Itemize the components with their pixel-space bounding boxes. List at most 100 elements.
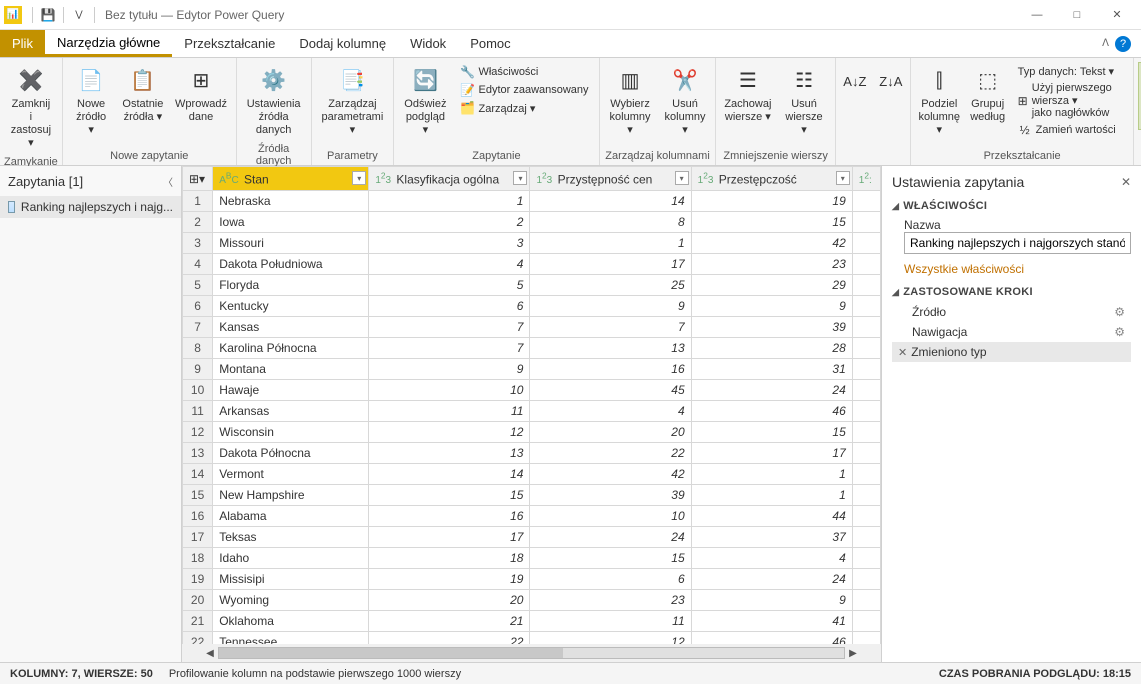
properties-button[interactable]: 🔧Właściwości — [456, 64, 592, 80]
horizontal-scrollbar[interactable]: ◀ ▶ — [182, 644, 881, 662]
data-type-button[interactable]: Typ danych: Tekst ▾ — [1014, 64, 1128, 79]
cell-przystepnosc[interactable]: 12 — [530, 632, 691, 645]
cell-przystepnosc[interactable]: 42 — [530, 464, 691, 485]
cell-stan[interactable]: Oklahoma — [213, 611, 369, 632]
col-przystepnosc-header[interactable]: 123 Przystępność cen▾ — [530, 167, 691, 191]
query-name-input[interactable] — [904, 232, 1131, 254]
cell-next[interactable] — [852, 317, 880, 338]
cell-przystepnosc[interactable]: 1 — [530, 233, 691, 254]
sort-asc-button[interactable]: A↓Z — [838, 62, 872, 102]
help-icon[interactable]: ? — [1115, 36, 1131, 52]
cell-next[interactable] — [852, 359, 880, 380]
sort-desc-button[interactable]: Z↓A — [874, 62, 908, 102]
cell-przestepczosc[interactable]: 9 — [691, 590, 852, 611]
table-row[interactable]: 17 Teksas 17 24 37 — [183, 527, 881, 548]
cell-przestepczosc[interactable]: 29 — [691, 275, 852, 296]
all-properties-link[interactable]: Wszystkie właściwości — [904, 262, 1024, 276]
close-window-button[interactable]: ✕ — [1097, 1, 1137, 29]
cell-stan[interactable]: Vermont — [213, 464, 369, 485]
filter-icon[interactable]: ▾ — [352, 171, 366, 185]
tab-help[interactable]: Pomoc — [458, 30, 522, 57]
replace-values-button[interactable]: ½Zamień wartości — [1014, 122, 1128, 138]
filter-icon[interactable]: ▾ — [513, 171, 527, 185]
cell-stan[interactable]: Missisipi — [213, 569, 369, 590]
cell-next[interactable] — [852, 296, 880, 317]
table-row[interactable]: 22 Tennessee 22 12 46 — [183, 632, 881, 645]
cell-next[interactable] — [852, 422, 880, 443]
close-apply-button[interactable]: ✖️Zamknij i zastosuj ▾ — [4, 62, 58, 154]
cell-next[interactable] — [852, 275, 880, 296]
qa-dropdown-icon[interactable]: ⋁ — [68, 4, 90, 26]
cell-klasyfikacja[interactable]: 20 — [369, 590, 530, 611]
cell-klasyfikacja[interactable]: 1 — [369, 191, 530, 212]
filter-icon[interactable]: ▾ — [675, 171, 689, 185]
table-row[interactable]: 20 Wyoming 20 23 9 — [183, 590, 881, 611]
cell-klasyfikacja[interactable]: 6 — [369, 296, 530, 317]
cell-stan[interactable]: Floryda — [213, 275, 369, 296]
choose-columns-button[interactable]: ▥Wybierz kolumny ▾ — [604, 62, 657, 141]
cell-next[interactable] — [852, 233, 880, 254]
cell-klasyfikacja[interactable]: 18 — [369, 548, 530, 569]
enter-data-button[interactable]: ⊞Wprowadź dane — [170, 62, 231, 128]
properties-section[interactable]: ◢WŁAŚCIWOŚCI — [892, 200, 1131, 212]
cell-przestepczosc[interactable]: 44 — [691, 506, 852, 527]
query-item[interactable]: Ranking najlepszych i najg... — [0, 196, 181, 218]
cell-przestepczosc[interactable]: 42 — [691, 233, 852, 254]
cell-klasyfikacja[interactable]: 14 — [369, 464, 530, 485]
cell-przestepczosc[interactable]: 15 — [691, 212, 852, 233]
cell-next[interactable] — [852, 212, 880, 233]
cell-przystepnosc[interactable]: 16 — [530, 359, 691, 380]
table-row[interactable]: 8 Karolina Północna 7 13 28 — [183, 338, 881, 359]
tab-home[interactable]: Narzędzia główne — [45, 30, 172, 57]
remove-columns-button[interactable]: ✂️Usuń kolumny ▾ — [659, 62, 712, 141]
cell-przystepnosc[interactable]: 17 — [530, 254, 691, 275]
tab-file[interactable]: Plik — [0, 30, 45, 57]
cell-klasyfikacja[interactable]: 7 — [369, 317, 530, 338]
scroll-left-icon[interactable]: ◀ — [202, 648, 218, 659]
cell-przestepczosc[interactable]: 4 — [691, 548, 852, 569]
cell-przestepczosc[interactable]: 17 — [691, 443, 852, 464]
minimize-button[interactable]: — — [1017, 1, 1057, 29]
filter-icon[interactable]: ▾ — [836, 171, 850, 185]
table-row[interactable]: 18 Idaho 18 15 4 — [183, 548, 881, 569]
queries-header[interactable]: Zapytania [1] 〈 — [0, 166, 181, 196]
cell-przystepnosc[interactable]: 25 — [530, 275, 691, 296]
cell-przystepnosc[interactable]: 9 — [530, 296, 691, 317]
table-row[interactable]: 7 Kansas 7 7 39 — [183, 317, 881, 338]
cell-next[interactable] — [852, 632, 880, 645]
cell-klasyfikacja[interactable]: 10 — [369, 380, 530, 401]
cell-next[interactable] — [852, 401, 880, 422]
cell-stan[interactable]: New Hampshire — [213, 485, 369, 506]
cell-klasyfikacja[interactable]: 2 — [369, 212, 530, 233]
cell-przestepczosc[interactable]: 24 — [691, 569, 852, 590]
cell-przystepnosc[interactable]: 10 — [530, 506, 691, 527]
table-row[interactable]: 2 Iowa 2 8 15 — [183, 212, 881, 233]
cell-przestepczosc[interactable]: 1 — [691, 485, 852, 506]
col-next-header[interactable]: 12: — [852, 167, 880, 191]
cell-stan[interactable]: Wyoming — [213, 590, 369, 611]
group-by-button[interactable]: ⬚Grupuj według — [966, 62, 1010, 128]
col-klasyfikacja-header[interactable]: 123 Klasyfikacja ogólna▾ — [369, 167, 530, 191]
table-row[interactable]: 10 Hawaje 10 45 24 — [183, 380, 881, 401]
cell-stan[interactable]: Dakota Południowa — [213, 254, 369, 275]
cell-next[interactable] — [852, 254, 880, 275]
cell-stan[interactable]: Nebraska — [213, 191, 369, 212]
table-row[interactable]: 6 Kentucky 6 9 9 — [183, 296, 881, 317]
maximize-button[interactable]: □ — [1057, 1, 1097, 29]
cell-przestepczosc[interactable]: 46 — [691, 401, 852, 422]
cell-stan[interactable]: Missouri — [213, 233, 369, 254]
col-przestepczosc-header[interactable]: 123 Przestępczość▾ — [691, 167, 852, 191]
table-row[interactable]: 12 Wisconsin 12 20 15 — [183, 422, 881, 443]
cell-przystepnosc[interactable]: 15 — [530, 548, 691, 569]
cell-przestepczosc[interactable]: 23 — [691, 254, 852, 275]
cell-klasyfikacja[interactable]: 16 — [369, 506, 530, 527]
cell-stan[interactable]: Dakota Północna — [213, 443, 369, 464]
delete-step-icon[interactable]: ✕ — [898, 346, 907, 359]
table-row[interactable]: 21 Oklahoma 21 11 41 — [183, 611, 881, 632]
cell-next[interactable] — [852, 506, 880, 527]
scroll-right-icon[interactable]: ▶ — [845, 648, 861, 659]
cell-klasyfikacja[interactable]: 13 — [369, 443, 530, 464]
cell-stan[interactable]: Teksas — [213, 527, 369, 548]
table-row[interactable]: 14 Vermont 14 42 1 — [183, 464, 881, 485]
cell-przestepczosc[interactable]: 41 — [691, 611, 852, 632]
